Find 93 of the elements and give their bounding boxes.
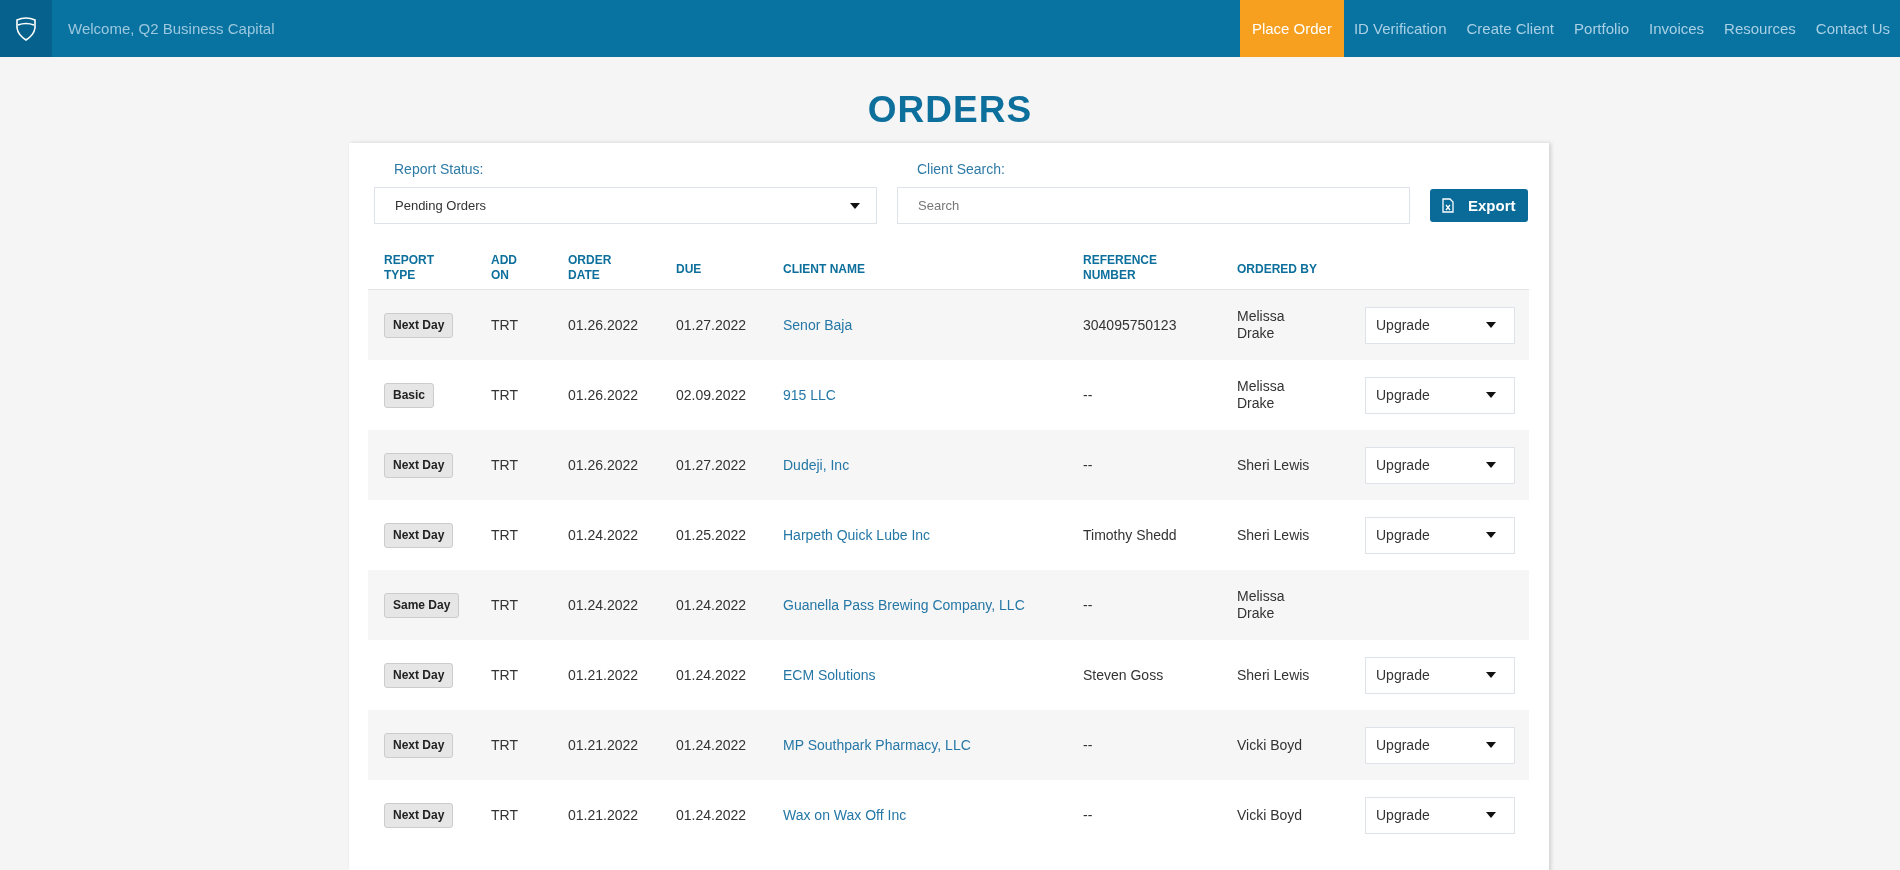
table-cell: TRT — [491, 526, 518, 543]
upgrade-dropdown[interactable]: Upgrade — [1365, 516, 1515, 554]
table-cell-text: Melissa Drake — [1237, 378, 1286, 412]
export-button[interactable]: Export — [1430, 189, 1528, 222]
report-type-tag: Same Day — [384, 592, 460, 618]
table-cell: Sheri Lewis — [1237, 526, 1310, 544]
client-link[interactable]: Harpeth Quick Lube Inc — [783, 526, 931, 543]
table-cell: 01.24.2022 — [676, 596, 747, 613]
client-link[interactable]: ECM Solutions — [783, 666, 876, 683]
nav-link[interactable]: ID Verification — [1343, 0, 1457, 57]
upgrade-dropdown[interactable]: Upgrade — [1365, 376, 1515, 414]
client-link[interactable]: Wax on Wax Off Inc — [783, 806, 907, 823]
nav-link[interactable]: Contact Us — [1805, 0, 1900, 57]
table-cell: 01.21.2022 — [568, 736, 639, 753]
table-cell: Vicki Boyd — [1237, 806, 1303, 824]
table-cell: TRT — [491, 316, 518, 333]
caret-icon — [1486, 532, 1496, 538]
excel-file-icon — [1442, 198, 1454, 213]
upgrade-dropdown[interactable]: Upgrade — [1365, 656, 1515, 694]
column-header: DUE — [676, 261, 702, 276]
caret-icon — [1486, 322, 1496, 328]
table-cell: -- — [1083, 806, 1093, 823]
column-header: CLIENT NAME — [783, 261, 865, 276]
report-type-tag: Next Day — [384, 312, 454, 338]
report-type-tag: Next Day — [384, 452, 454, 478]
upgrade-dropdown[interactable]: Upgrade — [1365, 306, 1515, 344]
field-label: Client Search: — [916, 161, 1006, 177]
table-cell: TRT — [491, 386, 518, 403]
report-type-tag: Next Day — [384, 522, 454, 548]
client-link[interactable]: Dudeji, Inc — [783, 456, 850, 473]
field-label: Report Status: — [393, 161, 485, 177]
nav-link[interactable]: Portfolio — [1564, 0, 1640, 57]
table-cell: TRT — [491, 666, 518, 683]
caret-icon — [850, 202, 860, 209]
column-header: ORDERED BY — [1237, 261, 1317, 276]
column-header: ORDER DATE — [568, 252, 612, 283]
table-cell: 304095750123 — [1083, 316, 1177, 333]
client-link[interactable]: Guanella Pass Brewing Company, LLC — [783, 596, 1025, 613]
upgrade-dropdown[interactable]: Upgrade — [1365, 446, 1515, 484]
table-cell: TRT — [491, 806, 518, 823]
table-cell: 01.24.2022 — [568, 526, 639, 543]
table-cell: 01.24.2022 — [676, 806, 747, 823]
table-cell: -- — [1083, 386, 1093, 403]
table-cell: Steven Goss — [1083, 666, 1164, 683]
table-cell: Sheri Lewis — [1237, 456, 1310, 474]
table-cell: 01.24.2022 — [676, 666, 747, 683]
table-cell: TRT — [491, 736, 518, 753]
caret-icon — [1486, 742, 1496, 748]
table-cell: 01.25.2022 — [676, 526, 747, 543]
table-cell: 01.21.2022 — [568, 666, 639, 683]
table-cell: 01.27.2022 — [676, 316, 747, 333]
nav-link[interactable]: Invoices — [1639, 0, 1715, 57]
table-cell-text: Melissa Drake — [1237, 588, 1286, 622]
table-cell: 01.26.2022 — [568, 456, 639, 473]
table-cell-text: Melissa Drake — [1237, 308, 1286, 342]
upgrade-dropdown[interactable]: Upgrade — [1365, 796, 1515, 834]
upgrade-dropdown[interactable]: Upgrade — [1365, 726, 1515, 764]
caret-icon — [1486, 672, 1496, 678]
table-cell: Timothy Shedd — [1083, 526, 1177, 543]
report-status-dropdown[interactable]: Pending Orders — [374, 187, 877, 224]
page-title: ORDERS — [867, 89, 1033, 131]
column-header: ADD ON — [491, 252, 517, 283]
table-cell: 01.26.2022 — [568, 316, 639, 333]
table-cell: 01.21.2022 — [568, 806, 639, 823]
shield-icon — [15, 16, 37, 41]
table-cell: 01.26.2022 — [568, 386, 639, 403]
column-header: REFERENCE NUMBER — [1083, 252, 1157, 283]
client-link[interactable]: 915 LLC — [783, 386, 836, 403]
table-cell: 02.09.2022 — [676, 386, 747, 403]
table-cell: 01.27.2022 — [676, 456, 747, 473]
report-type-tag: Next Day — [384, 802, 454, 828]
table-cell: -- — [1083, 456, 1093, 473]
table-cell: -- — [1083, 596, 1093, 613]
table-cell: Sheri Lewis — [1237, 666, 1310, 684]
search-field[interactable]: Search — [897, 187, 1410, 224]
welcome-text: Welcome, Q2 Business Capital — [68, 20, 275, 37]
caret-icon — [1486, 392, 1496, 398]
table-cell: -- — [1083, 736, 1093, 753]
table-cell: 01.24.2022 — [676, 736, 747, 753]
report-type-tag: Basic — [384, 382, 435, 408]
caret-icon — [1486, 812, 1496, 818]
client-link[interactable]: MP Southpark Pharmacy, LLC — [783, 736, 971, 753]
report-type-tag: Next Day — [384, 662, 454, 688]
table-cell: TRT — [491, 456, 518, 473]
table-cell: Vicki Boyd — [1237, 736, 1303, 754]
column-header: REPORT TYPE — [384, 252, 434, 283]
report-type-tag: Next Day — [384, 732, 454, 758]
client-link[interactable]: Senor Baja — [783, 316, 853, 333]
nav-link[interactable]: Resources — [1714, 0, 1806, 57]
caret-icon — [1486, 462, 1496, 468]
table-cell: 01.24.2022 — [568, 596, 639, 613]
nav-link[interactable]: Create Client — [1456, 0, 1565, 57]
table-cell: TRT — [491, 596, 518, 613]
